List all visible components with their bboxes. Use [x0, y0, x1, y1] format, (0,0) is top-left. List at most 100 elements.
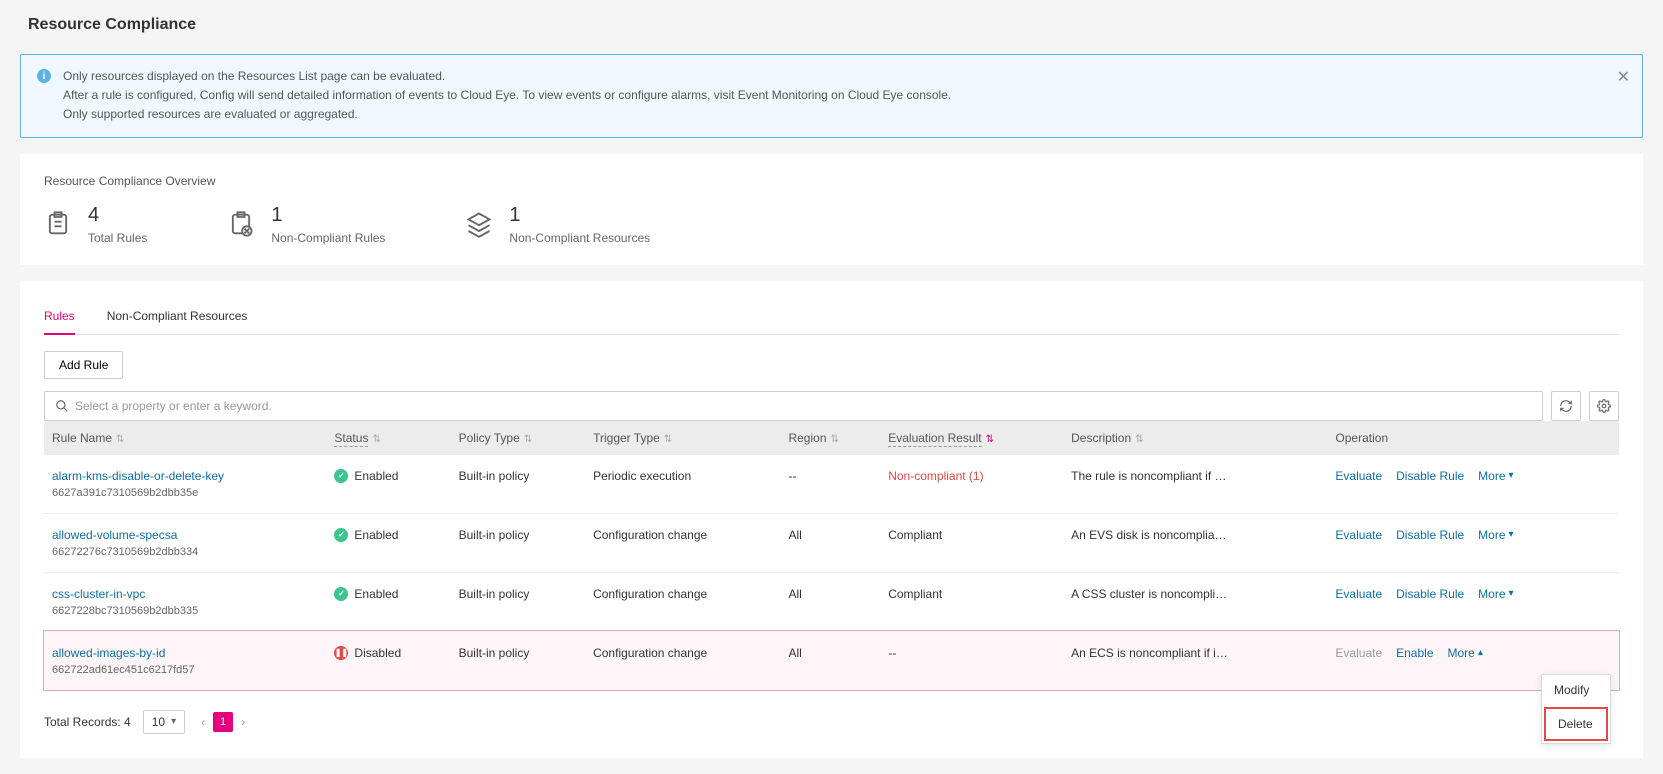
col-policy-type[interactable]: Policy Type⇅	[451, 421, 585, 455]
stat-label: Total Rules	[88, 231, 147, 245]
pause-icon: ❚❚	[334, 646, 348, 660]
stat-value: 4	[88, 204, 147, 227]
check-icon: ✓	[334, 587, 348, 601]
trigger-type: Configuration change	[585, 513, 780, 572]
page-size-select[interactable]: 10 ▾	[143, 710, 185, 734]
info-line: Only supported resources are evaluated o…	[63, 105, 951, 124]
evaluation-result: Compliant	[880, 513, 1063, 572]
rule-name-link[interactable]: allowed-volume-specsa	[52, 528, 318, 542]
refresh-button[interactable]	[1551, 391, 1581, 421]
rule-id: 662722ad61ec451c6217fd57	[52, 664, 318, 676]
page-prev[interactable]: ‹	[197, 711, 209, 733]
chevron-down-icon: ▾	[1509, 470, 1514, 481]
status-text: Disabled	[354, 646, 401, 660]
main-card: Rules Non-Compliant Resources Add Rule	[20, 281, 1643, 758]
description: The rule is noncompliant if an ...	[1071, 469, 1231, 483]
evaluate-link[interactable]: Evaluate	[1335, 528, 1382, 542]
delete-item[interactable]: Delete	[1544, 707, 1608, 741]
table-row: allowed-images-by-id 662722ad61ec451c6217…	[44, 631, 1619, 690]
gear-icon	[1597, 399, 1611, 413]
evaluation-result: Non-compliant (1)	[880, 455, 1063, 514]
trigger-type: Configuration change	[585, 631, 780, 690]
stat-label: Non-Compliant Resources	[509, 231, 650, 245]
close-icon[interactable]: ✕	[1617, 67, 1630, 87]
info-line: Only resources displayed on the Resource…	[63, 67, 951, 86]
rule-id: 66272276c7310569b2dbb334	[52, 546, 318, 558]
status-text: Enabled	[354, 528, 398, 542]
stat-noncompliant-rules: 1 Non-Compliant Rules	[227, 204, 385, 245]
layers-icon	[465, 210, 493, 238]
pagination: Total Records: 4 10 ▾ ‹ 1 ›	[44, 710, 1619, 734]
status-text: Enabled	[354, 587, 398, 601]
col-status[interactable]: Status⇅	[326, 421, 450, 455]
description: A CSS cluster is noncompliant...	[1071, 587, 1231, 601]
chevron-up-icon: ▾	[1478, 647, 1483, 658]
chevron-down-icon: ▾	[1509, 588, 1514, 599]
chevron-down-icon: ▾	[1509, 529, 1514, 540]
tabs: Rules Non-Compliant Resources	[44, 301, 1619, 335]
more-dropdown: ModifyDelete	[1541, 674, 1611, 744]
table-row: allowed-volume-specsa 66272276c7310569b2d…	[44, 513, 1619, 572]
evaluate-link[interactable]: Evaluate	[1335, 587, 1382, 601]
more-link[interactable]: More▾	[1478, 587, 1513, 601]
check-icon: ✓	[334, 469, 348, 483]
region: --	[780, 455, 880, 514]
page-title: Resource Compliance	[28, 16, 1643, 34]
disable-rule-link[interactable]: Disable Rule	[1396, 528, 1464, 542]
search-box[interactable]	[44, 391, 1543, 421]
check-icon: ✓	[334, 528, 348, 542]
policy-type: Built-in policy	[451, 455, 585, 514]
table-row: css-cluster-in-vpc 6627228bc7310569b2dbb3…	[44, 572, 1619, 631]
clipboard-icon	[44, 210, 72, 238]
page-next[interactable]: ›	[237, 711, 249, 733]
col-description[interactable]: Description⇅	[1063, 421, 1327, 455]
clipboard-alert-icon	[227, 210, 255, 238]
more-link[interactable]: More▾	[1448, 646, 1483, 660]
description: An EVS disk is noncompliant i...	[1071, 528, 1231, 542]
rule-name-link[interactable]: allowed-images-by-id	[52, 646, 318, 660]
tab-noncompliant-resources[interactable]: Non-Compliant Resources	[107, 301, 248, 334]
pagination-total: Total Records: 4	[44, 715, 131, 729]
refresh-icon	[1559, 399, 1573, 413]
col-rule-name[interactable]: Rule Name⇅	[44, 421, 326, 455]
stat-noncompliant-resources: 1 Non-Compliant Resources	[465, 204, 650, 245]
info-banner-text: Only resources displayed on the Resource…	[63, 67, 951, 125]
tab-rules[interactable]: Rules	[44, 301, 75, 335]
more-link[interactable]: More▾	[1478, 469, 1513, 483]
overview-card: Resource Compliance Overview 4 Total Rul…	[20, 154, 1643, 265]
col-evaluation-result[interactable]: Evaluation Result⇅	[880, 421, 1063, 455]
rule-id: 6627228bc7310569b2dbb335	[52, 605, 318, 617]
policy-type: Built-in policy	[451, 572, 585, 631]
stat-label: Non-Compliant Rules	[271, 231, 385, 245]
stat-value: 1	[271, 204, 385, 227]
overview-title: Resource Compliance Overview	[44, 174, 1619, 188]
chevron-down-icon: ▾	[171, 716, 176, 727]
trigger-type: Periodic execution	[585, 455, 780, 514]
table-row: alarm-kms-disable-or-delete-key6627a391c…	[44, 455, 1619, 514]
modify-item[interactable]: Modify	[1542, 675, 1610, 705]
evaluate-link[interactable]: Evaluate	[1335, 469, 1382, 483]
rules-table: Rule Name⇅ Status⇅ Policy Type⇅ Trigger …	[44, 421, 1619, 690]
enable-link[interactable]: Enable	[1396, 646, 1433, 660]
region: All	[780, 572, 880, 631]
search-input[interactable]	[75, 399, 1532, 413]
col-operation: Operation	[1327, 421, 1619, 455]
add-rule-button[interactable]: Add Rule	[44, 351, 123, 379]
policy-type: Built-in policy	[451, 513, 585, 572]
col-trigger-type[interactable]: Trigger Type⇅	[585, 421, 780, 455]
stat-total-rules: 4 Total Rules	[44, 204, 147, 245]
stat-value: 1	[509, 204, 650, 227]
disable-rule-link[interactable]: Disable Rule	[1396, 469, 1464, 483]
rule-name-link[interactable]: css-cluster-in-vpc	[52, 587, 318, 601]
region: All	[780, 631, 880, 690]
trigger-type: Configuration change	[585, 572, 780, 631]
settings-button[interactable]	[1589, 391, 1619, 421]
page-current[interactable]: 1	[213, 712, 233, 732]
evaluation-result: --	[880, 631, 1063, 690]
disable-rule-link[interactable]: Disable Rule	[1396, 587, 1464, 601]
col-region[interactable]: Region⇅	[780, 421, 880, 455]
description: An ECS is noncompliant if its i...	[1071, 646, 1231, 660]
rule-name-link[interactable]: alarm-kms-disable-or-delete-key	[52, 469, 318, 483]
more-link[interactable]: More▾	[1478, 528, 1513, 542]
evaluate-link: Evaluate	[1335, 646, 1382, 660]
